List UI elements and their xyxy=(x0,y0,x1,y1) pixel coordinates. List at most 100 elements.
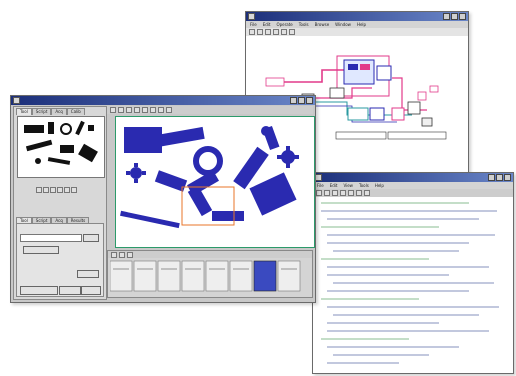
menu-item[interactable]: Edit xyxy=(330,182,338,189)
tab-acq[interactable]: Acq xyxy=(51,108,67,115)
vi-node-7 xyxy=(391,107,405,121)
menu-item[interactable]: File xyxy=(317,182,324,189)
new-file-icon[interactable] xyxy=(316,190,322,196)
left-tabs: Tool Script Acq Calib xyxy=(16,108,85,115)
delete-icon[interactable] xyxy=(71,187,77,193)
part-ring xyxy=(193,146,223,176)
menu-item[interactable]: Help xyxy=(375,182,384,189)
lower-panel xyxy=(16,223,104,297)
vi-node-10 xyxy=(417,91,427,101)
maximize-icon[interactable] xyxy=(496,174,503,181)
prev-icon[interactable] xyxy=(43,187,49,193)
thumb-part xyxy=(78,143,98,163)
diagram-titlebar[interactable] xyxy=(246,12,468,21)
menu-item[interactable]: Edit xyxy=(263,21,271,28)
pause-icon[interactable] xyxy=(273,29,279,35)
cancel-button[interactable] xyxy=(59,286,81,295)
run-icon[interactable] xyxy=(249,29,255,35)
thumb-part xyxy=(60,123,72,135)
app-icon xyxy=(315,174,322,181)
menu-item[interactable]: Tools xyxy=(359,182,369,189)
step-script-icon[interactable] xyxy=(119,251,125,258)
thumb-part xyxy=(25,139,53,152)
code-menubar: File Edit View Tools Help xyxy=(313,182,513,189)
minimize-icon[interactable] xyxy=(488,174,495,181)
bottom-label-box xyxy=(387,131,447,140)
image-toolbar xyxy=(107,106,313,114)
part-long-rod xyxy=(120,210,180,229)
paste-icon[interactable] xyxy=(356,190,362,196)
minimize-icon[interactable] xyxy=(290,97,297,104)
part-nut xyxy=(261,126,271,136)
zoom-icon[interactable] xyxy=(64,187,70,193)
tab-calib[interactable]: Calib xyxy=(66,108,85,115)
line-tool-icon[interactable] xyxy=(150,107,156,113)
minimize-icon[interactable] xyxy=(443,13,450,20)
part-bolt xyxy=(212,211,244,221)
left-panel: Tool Script Acq Calib Tool Script Acq Results xyxy=(13,106,107,300)
maximize-icon[interactable] xyxy=(298,97,305,104)
menu-item[interactable]: Help xyxy=(357,21,366,28)
diagram-menubar: File Edit Operate Tools Browse Window He… xyxy=(246,21,468,28)
menu-item[interactable]: File xyxy=(250,21,257,28)
action-button[interactable] xyxy=(23,246,59,254)
menu-item[interactable]: View xyxy=(343,182,353,189)
diagram-toolbar xyxy=(246,28,468,36)
pointer-icon[interactable] xyxy=(134,107,140,113)
build-icon[interactable] xyxy=(364,190,370,196)
run-script-icon[interactable] xyxy=(111,251,117,258)
vision-titlebar[interactable] xyxy=(11,96,315,105)
tab-tool[interactable]: Tool xyxy=(16,108,32,115)
first-icon[interactable] xyxy=(36,187,42,193)
pan-icon[interactable] xyxy=(158,107,164,113)
script-strip xyxy=(107,250,313,298)
next-icon[interactable] xyxy=(50,187,56,193)
close-icon[interactable] xyxy=(459,13,466,20)
text-field[interactable] xyxy=(20,234,82,242)
script-step-selected xyxy=(253,260,277,292)
thumb-part xyxy=(47,157,71,165)
save-icon[interactable] xyxy=(332,190,338,196)
menu-item[interactable]: Window xyxy=(335,21,351,28)
stop-icon[interactable] xyxy=(265,29,271,35)
stop-script-icon[interactable] xyxy=(127,251,133,258)
close-icon[interactable] xyxy=(504,174,511,181)
highlight-icon[interactable] xyxy=(281,29,287,35)
tab-script[interactable]: Script xyxy=(31,108,52,115)
copy-icon[interactable] xyxy=(348,190,354,196)
vi-node-11 xyxy=(429,85,439,93)
script-steps[interactable] xyxy=(110,259,314,295)
last-icon[interactable] xyxy=(57,187,63,193)
code-editor[interactable] xyxy=(319,199,507,369)
image-canvas[interactable] xyxy=(115,116,315,248)
roi-icon[interactable] xyxy=(166,107,172,113)
zoom-out-icon[interactable] xyxy=(118,107,124,113)
fit-icon[interactable] xyxy=(126,107,132,113)
part-cylinder xyxy=(249,172,297,216)
close-icon[interactable] xyxy=(306,97,313,104)
menu-item[interactable]: Operate xyxy=(276,21,292,28)
vi-node-6 xyxy=(369,107,385,121)
step-icon[interactable] xyxy=(289,29,295,35)
ok-button[interactable] xyxy=(20,286,58,295)
menu-item[interactable]: Browse xyxy=(315,21,330,28)
thumb-part xyxy=(48,122,54,134)
open-icon[interactable] xyxy=(324,190,330,196)
app-icon xyxy=(248,13,255,20)
browse-button[interactable] xyxy=(83,234,99,242)
code-window: File Edit View Tools Help xyxy=(312,172,514,374)
run-continuous-icon[interactable] xyxy=(257,29,263,35)
vi-node-main xyxy=(343,59,375,85)
help-button[interactable] xyxy=(81,286,101,295)
rectangle-tool-icon[interactable] xyxy=(142,107,148,113)
code-titlebar[interactable] xyxy=(313,173,513,182)
cut-icon[interactable] xyxy=(340,190,346,196)
thumbnail-preview[interactable] xyxy=(17,116,105,178)
right-button[interactable] xyxy=(77,270,99,278)
vi-node-2 xyxy=(376,65,392,81)
part-bar xyxy=(155,126,205,148)
menu-item[interactable]: Tools xyxy=(299,21,309,28)
zoom-in-icon[interactable] xyxy=(110,107,116,113)
maximize-icon[interactable] xyxy=(451,13,458,20)
app-icon xyxy=(13,97,20,104)
